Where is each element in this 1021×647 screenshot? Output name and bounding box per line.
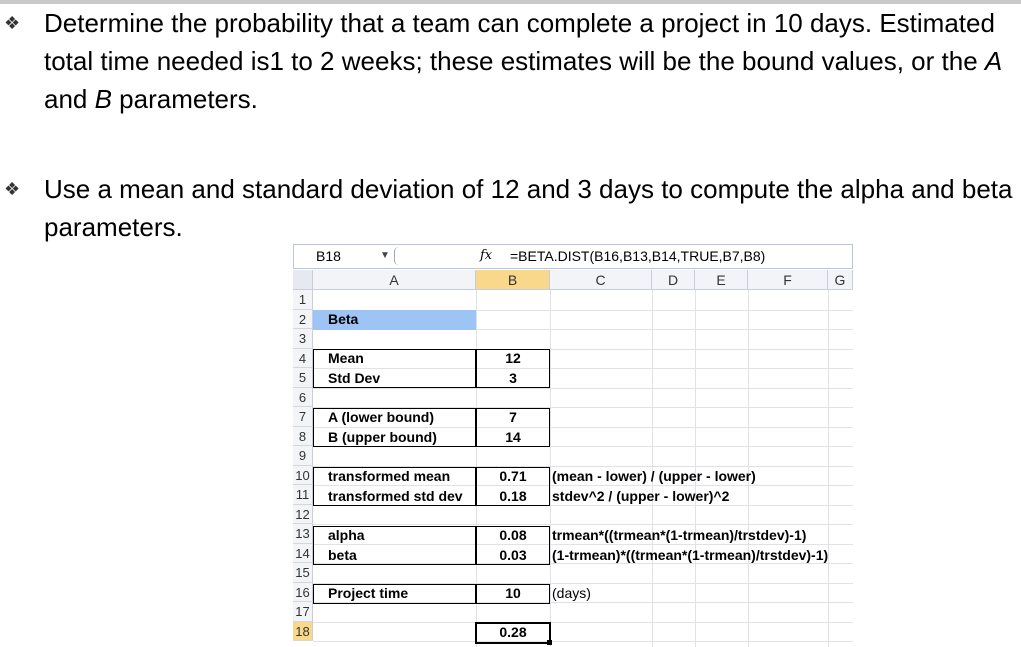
cell-b10[interactable]: 0.71 bbox=[476, 467, 550, 487]
chevron-down-icon[interactable]: ▼ bbox=[380, 250, 390, 261]
row-header-10[interactable]: 10 bbox=[293, 465, 313, 485]
row-header-17[interactable]: 17 bbox=[293, 602, 313, 622]
row-header-6[interactable]: 6 bbox=[293, 387, 313, 407]
row-header-11[interactable]: 11 bbox=[293, 485, 313, 505]
formula-input[interactable]: =BETA.DIST(B16,B13,B14,TRUE,B7,B8) bbox=[510, 248, 765, 264]
column-header-d[interactable]: D bbox=[652, 270, 695, 290]
cell-b18[interactable]: 0.28 bbox=[476, 623, 550, 643]
row-header-13[interactable]: 13 bbox=[293, 524, 313, 544]
cell-b11[interactable]: 0.18 bbox=[476, 487, 550, 507]
column-header-g[interactable]: G bbox=[828, 270, 853, 290]
cell-b4[interactable]: 12 bbox=[476, 349, 550, 369]
formula-bar: B18 ▼ fx =BETA.DIST(B16,B13,B14,TRUE,B7,… bbox=[293, 244, 853, 269]
bullet-diamond-icon: ❖ bbox=[4, 179, 21, 199]
row-header-4[interactable]: 4 bbox=[293, 348, 313, 368]
column-header-e[interactable]: E bbox=[695, 270, 748, 290]
row-header-12[interactable]: 12 bbox=[293, 504, 313, 524]
cell-a10[interactable]: transformed mean bbox=[328, 467, 450, 487]
cell-c13[interactable]: trmean*((trmean*(1-trmean)/trstdev)-1) bbox=[550, 526, 806, 546]
column-header-f[interactable]: F bbox=[748, 270, 828, 290]
cell-b8[interactable]: 14 bbox=[476, 428, 550, 448]
select-all-corner[interactable] bbox=[293, 270, 313, 290]
gridline-row bbox=[313, 641, 853, 642]
cell-a11[interactable]: transformed std dev bbox=[328, 487, 463, 507]
gridline-row bbox=[313, 621, 853, 623]
row-header-9[interactable]: 9 bbox=[293, 446, 313, 466]
column-header-c[interactable]: C bbox=[550, 270, 652, 290]
cell-c14[interactable]: (1-trmean)*((trmean*(1-trmean)/trstdev)-… bbox=[550, 546, 828, 566]
cell-a8[interactable]: B (upper bound) bbox=[328, 428, 437, 448]
row-header-15[interactable]: 15 bbox=[293, 563, 313, 583]
cell-b14[interactable]: 0.03 bbox=[476, 546, 550, 566]
cell-b7[interactable]: 7 bbox=[476, 408, 550, 428]
row-header-18[interactable]: 18 bbox=[293, 621, 313, 641]
bullet-text-2: Use a mean and standard deviation of 12 … bbox=[44, 174, 1013, 242]
row-header-14[interactable]: 14 bbox=[293, 543, 313, 563]
cell-b16[interactable]: 10 bbox=[476, 584, 550, 604]
row-header-5[interactable]: 5 bbox=[293, 368, 313, 388]
cell-c10[interactable]: (mean - lower) / (upper - lower) bbox=[550, 467, 756, 487]
row-header-7[interactable]: 7 bbox=[293, 407, 313, 427]
cell-a16[interactable]: Project time bbox=[328, 584, 408, 604]
row-header-1[interactable]: 1 bbox=[293, 290, 313, 310]
formula-bar-divider bbox=[394, 247, 403, 265]
row-header-16[interactable]: 16 bbox=[293, 582, 313, 602]
row-header-2[interactable]: 2 bbox=[293, 309, 313, 329]
fx-icon[interactable]: fx bbox=[480, 248, 492, 263]
cell-b5[interactable]: 3 bbox=[476, 369, 550, 389]
name-box[interactable]: B18 bbox=[316, 248, 341, 264]
gridline-row bbox=[313, 524, 853, 525]
column-header-b[interactable]: B bbox=[476, 270, 550, 290]
column-header-a[interactable]: A bbox=[313, 270, 476, 290]
bullet-diamond-icon: ❖ bbox=[4, 13, 21, 33]
spreadsheet-screenshot: B18 ▼ fx =BETA.DIST(B16,B13,B14,TRUE,B7,… bbox=[293, 244, 853, 647]
cell-a7[interactable]: A (lower bound) bbox=[328, 408, 434, 428]
cell-a13[interactable]: alpha bbox=[328, 526, 365, 546]
cell-c11[interactable]: stdev^2 / (upper - lower)^2 bbox=[550, 487, 729, 507]
cell-b13[interactable]: 0.08 bbox=[476, 526, 550, 546]
cell-c16[interactable]: (days) bbox=[550, 584, 591, 604]
gridline-column bbox=[828, 290, 829, 647]
cell-a4[interactable]: Mean bbox=[328, 349, 364, 369]
cell-a14[interactable]: beta bbox=[328, 546, 357, 566]
bullet-text-1: Determine the probability that a team ca… bbox=[44, 8, 1003, 114]
cell-a5[interactable]: Std Dev bbox=[328, 369, 380, 389]
cell-a2[interactable]: Beta bbox=[328, 310, 358, 330]
row-header-8[interactable]: 8 bbox=[293, 426, 313, 446]
row-header-3[interactable]: 3 bbox=[293, 329, 313, 349]
